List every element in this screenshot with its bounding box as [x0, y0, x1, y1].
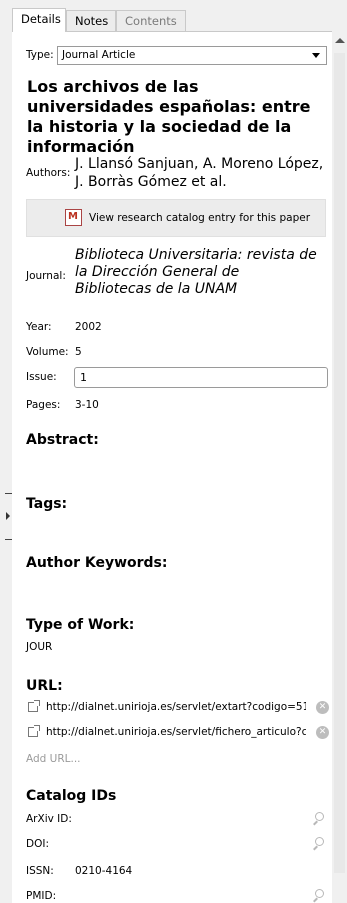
- remove-url-icon[interactable]: ✕: [316, 701, 329, 714]
- view-catalog-entry-button[interactable]: M View research catalog entry for this p…: [26, 199, 326, 237]
- authors-value[interactable]: J. Llansó Sanjuan, A. Moreno López, J. B…: [75, 155, 325, 191]
- tab-contents[interactable]: Contents: [116, 10, 186, 31]
- authors-label: Authors:: [26, 167, 71, 179]
- year-label: Year:: [26, 321, 52, 333]
- type-select[interactable]: Journal Article: [57, 46, 327, 65]
- remove-url-icon[interactable]: ✕: [316, 726, 329, 739]
- scrollbar[interactable]: [332, 31, 347, 902]
- url-row: http://dialnet.unirioja.es/servlet/extar…: [26, 700, 331, 717]
- url-link[interactable]: http://dialnet.unirioja.es/servlet/fiche…: [46, 726, 306, 738]
- url-link[interactable]: http://dialnet.unirioja.es/servlet/extar…: [46, 701, 306, 713]
- gutter-mark: [5, 539, 12, 540]
- type-label: Type:: [26, 49, 54, 61]
- url-row: http://dialnet.unirioja.es/servlet/fiche…: [26, 725, 331, 742]
- url-heading: URL:: [26, 678, 63, 694]
- add-url-link[interactable]: Add URL...: [26, 753, 81, 765]
- issue-input[interactable]: 1: [74, 367, 328, 388]
- issn-label: ISSN:: [26, 865, 54, 877]
- abstract-heading: Abstract:: [26, 432, 99, 448]
- type-value: Journal Article: [62, 49, 136, 61]
- issue-label: Issue:: [26, 371, 57, 383]
- collapse-arrow-icon[interactable]: [6, 512, 10, 520]
- journal-label: Journal:: [26, 270, 66, 282]
- paper-title[interactable]: Los archivos de las universidades españo…: [27, 77, 322, 157]
- doi-label: DOI:: [26, 838, 49, 850]
- catalog-ids-heading: Catalog IDs: [26, 788, 117, 804]
- catalog-button-label: View research catalog entry for this pap…: [89, 212, 311, 224]
- lookup-search-icon[interactable]: [312, 889, 326, 903]
- type-of-work-value[interactable]: JOUR: [26, 641, 52, 653]
- external-link-icon: [28, 700, 40, 712]
- gutter-mark: [5, 493, 12, 494]
- lookup-search-icon[interactable]: [312, 837, 326, 851]
- tags-heading: Tags:: [26, 496, 68, 512]
- details-panel: Type: Journal Article Los archivos de la…: [12, 31, 332, 903]
- lookup-search-icon[interactable]: [312, 812, 326, 826]
- volume-value[interactable]: 5: [75, 346, 82, 358]
- issn-value[interactable]: 0210-4164: [75, 865, 132, 877]
- scrollbar-thumb[interactable]: [334, 53, 345, 873]
- pages-value[interactable]: 3-10: [75, 399, 99, 411]
- journal-value[interactable]: Biblioteca Universitaria: revista de la …: [75, 247, 320, 298]
- external-link-icon: [28, 725, 40, 737]
- author-keywords-heading: Author Keywords:: [26, 555, 168, 571]
- pages-label: Pages:: [26, 399, 61, 411]
- pmid-label: PMID:: [26, 890, 57, 902]
- tab-bar: Details Notes Contents: [12, 0, 347, 32]
- volume-label: Volume:: [26, 346, 69, 358]
- chevron-down-icon: [312, 53, 320, 58]
- scroll-up-icon[interactable]: [335, 38, 345, 43]
- mendeley-icon: M: [65, 209, 82, 226]
- year-value[interactable]: 2002: [75, 321, 102, 333]
- type-of-work-heading: Type of Work:: [26, 617, 135, 633]
- tab-notes[interactable]: Notes: [66, 10, 116, 31]
- arxiv-id-label: ArXiv ID:: [26, 813, 72, 825]
- left-gutter: [0, 0, 12, 902]
- tab-details[interactable]: Details: [12, 8, 66, 32]
